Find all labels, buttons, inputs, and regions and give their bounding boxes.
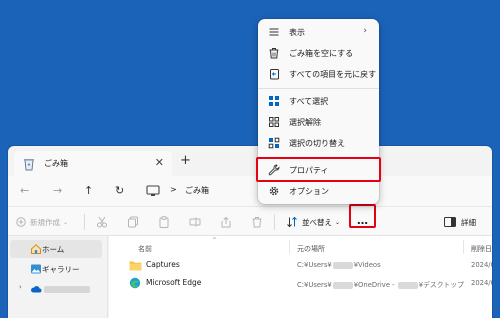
sidebar-item-onedrive[interactable]: › bbox=[10, 280, 102, 298]
chevron-right-icon: › bbox=[363, 26, 367, 36]
scissors-icon bbox=[97, 216, 107, 228]
column-divider[interactable] bbox=[463, 240, 464, 254]
details-pane-label: 詳細 bbox=[461, 217, 476, 227]
trash-icon bbox=[252, 217, 262, 228]
select-none-icon bbox=[269, 117, 279, 127]
share-button[interactable] bbox=[220, 215, 232, 229]
column-divider[interactable] bbox=[289, 240, 290, 254]
chevron-down-icon: ⌄ bbox=[335, 218, 341, 226]
sort-button-label: 並べ替え bbox=[302, 217, 332, 227]
redacted-username bbox=[332, 261, 353, 269]
rename-button[interactable] bbox=[189, 215, 201, 229]
new-tab-button[interactable]: + bbox=[180, 154, 191, 167]
empty-bin-icon bbox=[269, 48, 279, 59]
redacted-account-name bbox=[44, 286, 90, 293]
menu-item-label: 表示 bbox=[289, 28, 305, 37]
sidebar-item-gallery[interactable]: ギャラリー bbox=[10, 260, 102, 278]
highlight-properties bbox=[256, 157, 381, 182]
copy-button[interactable] bbox=[127, 215, 139, 229]
chevron-right-icon[interactable]: › bbox=[19, 283, 22, 291]
table-row[interactable]: Microsoft Edge C:¥Users¥ ¥OneDrive - ¥デスク… bbox=[109, 274, 492, 292]
up-button[interactable]: ↑ bbox=[84, 184, 93, 197]
sidebar-item-label: ホーム bbox=[42, 244, 65, 254]
menu-item-options[interactable]: オプション bbox=[262, 181, 375, 201]
tab-recycle-bin[interactable]: ごみ箱 ✕ bbox=[14, 151, 172, 176]
column-header-deleted[interactable]: 削除日 bbox=[471, 244, 492, 254]
highlight-more-options bbox=[349, 204, 376, 228]
file-name: Microsoft Edge bbox=[146, 278, 202, 287]
command-bar: 新規作成 ⌄ 並べ替え ⌄ … 詳細 bbox=[8, 206, 492, 236]
redacted-org bbox=[397, 281, 418, 289]
sort-indicator-icon: ^ bbox=[212, 237, 218, 244]
chevron-down-icon: ⌄ bbox=[63, 218, 69, 226]
redacted-username bbox=[332, 281, 353, 289]
column-header-name[interactable]: 名前 bbox=[138, 244, 152, 254]
sidebar-item-home[interactable]: ホーム bbox=[10, 240, 102, 258]
file-deleted-date: 2024/0 bbox=[471, 261, 492, 269]
folder-icon bbox=[129, 261, 142, 271]
menu-item-invert-selection[interactable]: 選択の切り替え bbox=[262, 133, 375, 153]
clipboard-icon bbox=[159, 216, 169, 228]
paste-button[interactable] bbox=[158, 215, 170, 229]
select-all-icon bbox=[269, 96, 279, 106]
details-pane-button[interactable]: 詳細 bbox=[444, 215, 476, 229]
new-button-label: 新規作成 bbox=[30, 217, 60, 227]
tab-title: ごみ箱 bbox=[44, 159, 68, 168]
sort-icon bbox=[287, 216, 297, 228]
toolbar-divider bbox=[274, 214, 275, 230]
sidebar-item-label: ギャラリー bbox=[42, 264, 80, 274]
file-location: C:¥Users¥ ¥Videos bbox=[297, 261, 381, 269]
toolbar-divider bbox=[84, 214, 85, 230]
menu-item-empty-bin[interactable]: ごみ箱を空にする bbox=[262, 43, 375, 63]
breadcrumb-separator[interactable]: > bbox=[170, 185, 177, 194]
menu-item-label: オプション bbox=[289, 187, 329, 196]
menu-item-view[interactable]: 表示 › bbox=[262, 22, 375, 42]
back-button[interactable]: ← bbox=[20, 184, 29, 197]
new-button[interactable]: 新規作成 ⌄ bbox=[16, 215, 68, 229]
file-deleted-date: 2024/0 bbox=[471, 279, 492, 287]
menu-item-label: 選択の切り替え bbox=[289, 139, 345, 148]
plus-circle-icon bbox=[16, 217, 26, 227]
forward-button[interactable]: → bbox=[53, 184, 62, 197]
file-location: C:¥Users¥ ¥OneDrive - ¥デスクトップ bbox=[297, 281, 464, 289]
cut-button[interactable] bbox=[96, 215, 108, 229]
refresh-button[interactable]: ↻ bbox=[115, 184, 124, 197]
cloud-icon bbox=[31, 286, 42, 293]
menu-item-label: ごみ箱を空にする bbox=[289, 49, 354, 58]
invert-selection-icon bbox=[268, 137, 280, 149]
menu-item-label: 選択解除 bbox=[289, 118, 321, 127]
sort-button[interactable]: 並べ替え ⌄ bbox=[286, 215, 340, 229]
share-icon bbox=[221, 216, 231, 228]
menu-item-select-all[interactable]: すべて選択 bbox=[262, 91, 375, 111]
gallery-icon bbox=[31, 264, 41, 274]
menu-item-label: すべて選択 bbox=[289, 97, 329, 106]
menu-item-restore-all[interactable]: すべての項目を元に戻す bbox=[262, 64, 377, 84]
navigation-bar: ← → ↑ ↻ > ごみ箱 bbox=[8, 176, 492, 206]
file-name: Captures bbox=[146, 260, 180, 269]
column-header-location[interactable]: 元の場所 bbox=[297, 244, 325, 254]
menu-separator bbox=[258, 88, 379, 89]
monitor-icon[interactable] bbox=[146, 185, 160, 197]
breadcrumb-location[interactable]: ごみ箱 bbox=[185, 185, 209, 196]
home-icon bbox=[31, 244, 41, 254]
recycle-bin-icon bbox=[24, 158, 34, 170]
details-pane-icon bbox=[444, 217, 456, 227]
edge-icon bbox=[129, 277, 141, 289]
file-list: 名前 ^ 元の場所 削除日 Captures C:¥Users¥ ¥Videos … bbox=[109, 236, 492, 318]
menu-item-select-none[interactable]: 選択解除 bbox=[262, 112, 375, 132]
tab-close-icon[interactable]: ✕ bbox=[155, 157, 164, 169]
file-explorer-window: ごみ箱 ✕ + ← → ↑ ↻ > ごみ箱 新規作成 ⌄ 並べ替え ⌄ … 詳細… bbox=[8, 146, 492, 318]
gear-icon bbox=[269, 186, 279, 196]
view-icon bbox=[269, 28, 279, 36]
restore-all-icon bbox=[270, 69, 279, 80]
menu-item-label: すべての項目を元に戻す bbox=[289, 70, 377, 79]
navigation-pane: ホーム ギャラリー › bbox=[8, 236, 108, 318]
table-row[interactable]: Captures C:¥Users¥¥Videos 2024/0 bbox=[109, 256, 492, 274]
delete-button[interactable] bbox=[251, 215, 263, 229]
copy-icon bbox=[128, 216, 138, 228]
rename-icon bbox=[189, 217, 201, 227]
